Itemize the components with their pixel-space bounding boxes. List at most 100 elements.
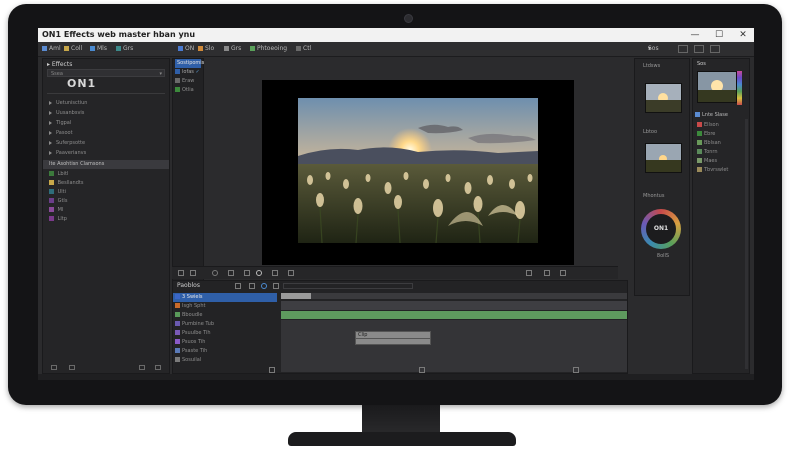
- snap-icon[interactable]: [249, 283, 255, 289]
- track-row[interactable]: Psuulbe Tih: [175, 329, 211, 338]
- play-icon[interactable]: [526, 270, 532, 276]
- layer-item[interactable]: Tonrn: [697, 148, 718, 157]
- list-view-icon[interactable]: [139, 365, 145, 370]
- chevron-down-icon: ▾: [159, 71, 162, 77]
- effect-item[interactable]: Ml: [49, 206, 63, 215]
- time-ruler[interactable]: [281, 293, 627, 299]
- monitor-stand: [362, 405, 440, 435]
- timeline-title: Paoblos: [177, 282, 200, 289]
- record-icon[interactable]: [261, 283, 267, 289]
- layer-item[interactable]: Ellson: [697, 121, 719, 130]
- track-row[interactable]: Isgh Spht: [175, 302, 206, 311]
- close-button[interactable]: ✕: [732, 28, 754, 42]
- fit-icon[interactable]: [178, 270, 184, 276]
- minimize-button[interactable]: —: [684, 28, 706, 42]
- effect-item[interactable]: Gtls: [49, 197, 67, 206]
- effect-item[interactable]: Besllandts: [49, 179, 83, 188]
- track-row[interactable]: Pumbine Tub: [175, 320, 214, 329]
- menu-item[interactable]: Mls: [90, 42, 107, 56]
- add-icon[interactable]: [51, 365, 57, 370]
- track-add-icon[interactable]: [269, 367, 275, 373]
- fullscreen-icon[interactable]: [560, 270, 566, 276]
- effect-thumb-icon: [49, 207, 54, 212]
- playhead-region[interactable]: [281, 293, 311, 299]
- track-row[interactable]: Psaste Tih: [175, 347, 207, 356]
- search-input[interactable]: Ssea ▾: [47, 69, 165, 77]
- menu-item[interactable]: Grs: [224, 42, 241, 56]
- layer-item[interactable]: Tbvrswlet: [697, 166, 728, 175]
- grid-icon[interactable]: [710, 45, 720, 53]
- timeline-end-icon[interactable]: [573, 367, 579, 373]
- expand-icon: [49, 130, 52, 135]
- keyframe-icon[interactable]: [235, 283, 241, 289]
- image-viewer[interactable]: [262, 80, 574, 265]
- track-list: 3 Swiels Isgh Spht Bboudle Pumbine Tub P…: [173, 293, 277, 373]
- effect-category[interactable]: Suferpsotte: [49, 139, 85, 148]
- maximize-button[interactable]: ☐: [708, 28, 730, 42]
- effects-panel: ▸ Effects Ssea ▾ ON1 Uetunisctiun Uusanbs…: [42, 58, 170, 374]
- loop-icon[interactable]: [544, 270, 550, 276]
- effect-category[interactable]: Uetunisctiun: [49, 99, 87, 108]
- delete-icon[interactable]: [155, 365, 161, 370]
- track-row[interactable]: Bboudle: [175, 311, 202, 320]
- menu-item[interactable]: Grs: [116, 42, 133, 56]
- mask-icon[interactable]: [244, 270, 250, 276]
- window-title: ON1 Effects web master hban ynu: [42, 30, 196, 39]
- effect-category[interactable]: Tlgpal: [49, 119, 71, 128]
- link-icon[interactable]: [273, 283, 279, 289]
- layer-item[interactable]: Bblsan: [697, 139, 721, 148]
- menu-item[interactable]: Coll: [64, 42, 82, 56]
- track-row[interactable]: Psuos Tih: [175, 338, 205, 347]
- section-label: Ltdsws: [643, 63, 661, 69]
- adjustment-item[interactable]: Otlia: [175, 86, 194, 95]
- layer-thumbnail[interactable]: [697, 71, 737, 103]
- zoom-icon[interactable]: [190, 270, 196, 276]
- layer-item[interactable]: Ebre: [697, 130, 715, 139]
- webcam-icon: [404, 14, 413, 23]
- effect-category[interactable]: Uusanbsvis: [49, 109, 84, 118]
- timeline-scrubber[interactable]: [283, 283, 413, 289]
- expand-icon: [49, 120, 52, 125]
- layer-item[interactable]: Maes: [697, 157, 717, 166]
- effect-item[interactable]: Ulti: [49, 188, 66, 197]
- menu-item[interactable]: Slo: [198, 42, 214, 56]
- menu-item[interactable]: Phtoeoing: [250, 42, 287, 56]
- menu-item[interactable]: Aml: [42, 42, 61, 56]
- adjustment-item-selected[interactable]: Sostipomis: [175, 59, 204, 68]
- effect-thumb-icon: [49, 198, 54, 203]
- panel-icon[interactable]: [694, 45, 704, 53]
- effect-thumb-icon: [49, 171, 54, 176]
- refresh-icon[interactable]: [256, 270, 262, 276]
- viewer-toolbar: [172, 266, 618, 279]
- effect-category-selected[interactable]: Ite Asohtisn Clamsons: [43, 160, 169, 169]
- brush-icon[interactable]: [228, 270, 234, 276]
- checkmark-icon: ✓: [195, 69, 200, 75]
- sunset-field-image: [298, 98, 538, 243]
- effect-category[interactable]: Pasoot: [49, 129, 73, 138]
- track-lane: [281, 320, 627, 372]
- effect-item[interactable]: Lbitl: [49, 170, 68, 179]
- preset-thumbnail[interactable]: [645, 83, 682, 113]
- expand-icon: [49, 150, 52, 155]
- monitor-base: [288, 432, 516, 446]
- workspace-select[interactable]: Sos ▾: [648, 42, 659, 56]
- menu-item[interactable]: Ctl: [296, 42, 311, 56]
- green-clip[interactable]: [281, 311, 627, 319]
- menu-item[interactable]: ON: [178, 42, 194, 56]
- adjustment-item[interactable]: lofas ✓: [175, 68, 200, 77]
- layout-icon[interactable]: [678, 45, 688, 53]
- compare-icon[interactable]: [272, 270, 278, 276]
- preset-thumbnail[interactable]: [645, 143, 682, 173]
- effect-item[interactable]: Lltp: [49, 215, 67, 224]
- scrollbar[interactable]: [745, 119, 748, 369]
- settings-icon[interactable]: [288, 270, 294, 276]
- section-label: Lbtoo: [643, 129, 658, 135]
- adjustment-item[interactable]: Eraw: [175, 77, 194, 86]
- hue-slider[interactable]: [737, 71, 742, 105]
- folder-icon[interactable]: [69, 365, 75, 370]
- track-row[interactable]: Sosuilal: [175, 356, 201, 365]
- crop-icon[interactable]: [212, 270, 218, 276]
- timeline-zoom-icon[interactable]: [419, 367, 425, 373]
- effect-category[interactable]: Paaverianvs: [49, 149, 86, 158]
- track-row-selected[interactable]: 3 Swiels: [173, 293, 277, 302]
